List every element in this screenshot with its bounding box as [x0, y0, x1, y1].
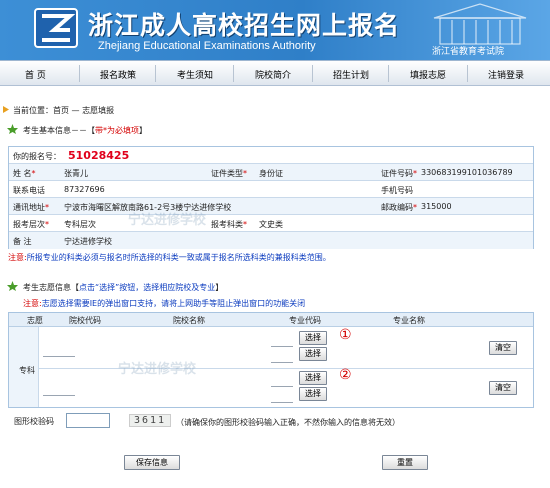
reg-no-label: 你的报名号：	[13, 152, 61, 161]
level-label: 报考层次*	[13, 220, 49, 229]
mobile-label: 手机号码	[381, 186, 413, 195]
main-nav: 首 页 报名政策 考生须知 院校简介 招生计划 填报志愿 注销登录	[0, 60, 550, 86]
major-code-input-1a[interactable]	[271, 335, 293, 347]
major-code-input-1b[interactable]	[271, 351, 293, 363]
postcode-value: 315000	[421, 202, 452, 211]
building-icon	[433, 3, 527, 45]
marker-2: ②	[339, 367, 352, 383]
basic-info-table: 你的报名号： 51028425 姓 名* 张青儿 证件类型* 身份证 证件号码*…	[8, 146, 534, 249]
remark-label: 备 注	[13, 237, 32, 246]
table-row: 通讯地址* 宁波市海曙区解放南路61-2号3楼宁达进修学校 邮政编码* 3150…	[9, 198, 533, 215]
nav-schools[interactable]: 院校简介	[255, 68, 291, 81]
site-subtitle: Zhejiang Educational Examinations Author…	[98, 40, 316, 52]
breadcrumb: 当前位置：首页 — 志愿填报	[13, 106, 115, 115]
nav-policy[interactable]: 报名政策	[100, 68, 136, 81]
nav-plan[interactable]: 招生计划	[333, 68, 369, 81]
watermark: 宁达进修学校	[128, 213, 207, 228]
select-button-2[interactable]: 选择	[299, 347, 327, 361]
name-label: 姓 名*	[13, 169, 36, 178]
table-row: 你的报名号： 51028425	[9, 147, 533, 164]
reg-no-value: 51028425	[68, 149, 130, 162]
major-code-input-2b[interactable]	[271, 391, 293, 403]
header-school-name: 院校名称	[173, 316, 205, 325]
captcha-label: 图形校验码	[14, 417, 54, 426]
row-divider	[39, 368, 533, 369]
volunteer-table-header: 志愿 院校代码 院校名称 专业代码 专业名称	[9, 313, 533, 327]
select-button-1[interactable]: 选择	[299, 331, 327, 345]
nav-home[interactable]: 首 页	[25, 68, 46, 81]
popup-note: 注意:志愿选择需要IE的弹出窗口支持，请将上网助手等阻止弹出窗口的功能关闭	[23, 299, 306, 308]
select-button-4[interactable]: 选择	[299, 387, 327, 401]
postcode-label: 邮政编码*	[381, 203, 417, 212]
id-no-label: 证件号码*	[381, 169, 417, 178]
nav-divider	[388, 65, 389, 82]
address-label: 通讯地址*	[13, 203, 49, 212]
nav-divider	[312, 65, 313, 82]
remark-value: 宁达进修学校	[64, 237, 112, 246]
select-instruction-link[interactable]: 点击“选择”按钮，选择相应院校及专业	[79, 283, 215, 292]
id-no-value: 330683199101036789	[421, 168, 513, 177]
header-major-name: 专业名称	[393, 316, 425, 325]
save-button[interactable]: 保存信息	[124, 455, 180, 470]
row-label: 专科	[19, 366, 35, 375]
major-code-input-2a[interactable]	[271, 375, 293, 387]
nav-notice[interactable]: 考生须知	[177, 68, 213, 81]
level-value: 专科层次	[64, 220, 96, 229]
id-type-label: 证件类型*	[211, 169, 247, 178]
leaf-icon	[7, 124, 18, 134]
table-row: 备 注 宁达进修学校	[9, 232, 533, 249]
table-row: 报考层次* 专科层次 报考科类* 文史类	[9, 215, 533, 232]
marker-1: ①	[339, 327, 352, 343]
id-type-value: 身份证	[259, 169, 283, 178]
site-title: 浙江成人高校招生网上报名	[88, 11, 401, 40]
subject-note: 注意:所报专业的科类必须与报名时所选择的科类一致或属于报名所选科类的兼报科类范围…	[8, 253, 331, 262]
header-banner: 浙江成人高校招生网上报名 Zhejiang Educational Examin…	[0, 0, 550, 60]
nav-divider	[155, 65, 156, 82]
nav-divider	[79, 65, 80, 82]
header-school-code: 院校代码	[69, 316, 101, 325]
subject-value: 文史类	[259, 220, 283, 229]
captcha-input[interactable]	[66, 413, 110, 428]
logo-icon	[34, 8, 78, 48]
table-row: 姓 名* 张青儿 证件类型* 身份证 证件号码* 330683199101036…	[9, 164, 533, 181]
phone-label: 联系电话	[13, 186, 45, 195]
nav-volunteer[interactable]: 填报志愿	[410, 68, 446, 81]
school-code-input-1[interactable]	[43, 345, 75, 357]
nav-divider	[233, 65, 234, 82]
phone-value: 87327696	[64, 185, 105, 194]
reset-button[interactable]: 重置	[382, 455, 428, 470]
school-code-input-2[interactable]	[43, 384, 75, 396]
captcha-image: 3611	[129, 414, 171, 427]
captcha-hint: （请确保你的图形校验码输入正确，不然你输入的信息将无效）	[176, 418, 400, 427]
volunteer-title: 考生志愿信息【点击“选择”按钮，选择相应院校及专业】	[23, 283, 224, 292]
leaf-icon	[7, 281, 18, 291]
header-major-code: 专业代码	[289, 316, 321, 325]
header-volunteer: 志愿	[27, 316, 43, 325]
nav-divider	[467, 65, 468, 82]
watermark: 宁达进修学校	[118, 362, 197, 377]
clear-button-1[interactable]: 清空	[489, 341, 517, 355]
subject-label: 报考科类*	[211, 220, 247, 229]
table-row: 联系电话 87327696 手机号码	[9, 181, 533, 198]
breadcrumb-arrow-icon	[3, 106, 9, 113]
department-name: 浙江省教育考试院	[432, 47, 505, 57]
basic-info-title: 考生基本信息－－【带*为必填项】	[23, 126, 147, 135]
name-value: 张青儿	[64, 169, 88, 178]
select-button-3[interactable]: 选择	[299, 371, 327, 385]
clear-button-2[interactable]: 清空	[489, 381, 517, 395]
volunteer-table: 志愿 院校代码 院校名称 专业代码 专业名称 专科 选择 选择 选择 选择 ① …	[8, 312, 534, 408]
nav-logout[interactable]: 注销登录	[488, 68, 524, 81]
